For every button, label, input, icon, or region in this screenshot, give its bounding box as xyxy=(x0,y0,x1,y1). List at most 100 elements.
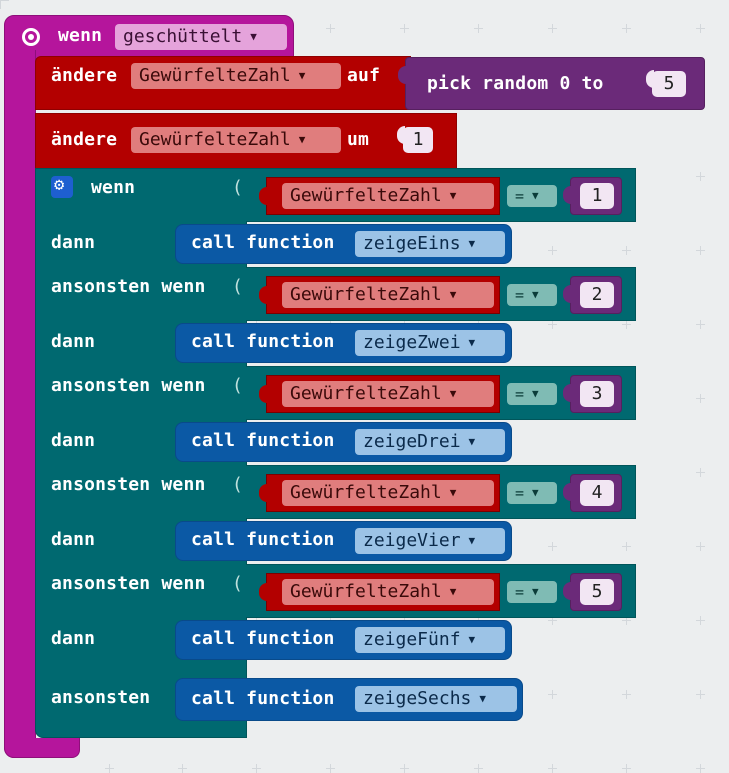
grid-plus-mark xyxy=(548,764,557,773)
grid-plus-mark xyxy=(548,690,557,699)
function-name-dropdown[interactable]: zeigeZwei ▼ xyxy=(355,330,505,356)
grid-plus-mark xyxy=(622,542,631,551)
puzzle-connector xyxy=(563,384,571,402)
trigger-label: geschüttelt xyxy=(123,26,243,47)
condition-open-paren: ( xyxy=(232,474,244,495)
else-function-label: zeigeSechs xyxy=(363,688,472,709)
puzzle-connector xyxy=(563,582,571,600)
condition-value-input[interactable]: 5 xyxy=(580,579,614,605)
condition-value-input[interactable]: 4 xyxy=(580,480,614,506)
triangle-down-icon: ▼ xyxy=(250,30,257,43)
operator-label: = xyxy=(515,286,525,304)
change-variable-label: GewürfelteZahl xyxy=(139,129,291,150)
triangle-down-icon: ▼ xyxy=(468,435,476,448)
grid-plus-mark xyxy=(326,24,335,33)
triangle-down-icon: ▼ xyxy=(532,585,539,598)
elseif-keyword: ansonsten wenn xyxy=(51,573,206,594)
puzzle-connector xyxy=(259,484,267,502)
then-keyword: dann xyxy=(51,430,96,451)
condition-value-input[interactable]: 2 xyxy=(580,282,614,308)
puzzle-connector xyxy=(259,187,267,205)
condition-variable-dropdown[interactable]: GewürfelteZahl ▼ xyxy=(282,579,494,605)
random-max-input[interactable]: 5 xyxy=(652,71,686,97)
triangle-down-icon: ▼ xyxy=(449,486,457,499)
then-keyword: dann xyxy=(51,628,96,649)
grid-plus-mark xyxy=(400,24,409,33)
call-function-label: call function xyxy=(191,232,335,253)
set-variable-dropdown[interactable]: GewürfelteZahl ▼ xyxy=(131,63,341,89)
puzzle-connector xyxy=(259,385,267,403)
function-name-dropdown[interactable]: zeigeEins ▼ xyxy=(355,231,505,257)
puzzle-connector xyxy=(563,483,571,501)
then-keyword: dann xyxy=(51,529,96,550)
triangle-down-icon: ▼ xyxy=(449,585,457,598)
event-keyword: wenn xyxy=(58,25,103,46)
radio-target-icon xyxy=(22,28,40,46)
grid-plus-mark xyxy=(696,764,705,773)
condition-value-input[interactable]: 3 xyxy=(580,381,614,407)
comparison-operator-dropdown[interactable]: = ▼ xyxy=(507,284,557,306)
grid-plus-mark xyxy=(178,764,187,773)
condition-variable-dropdown[interactable]: GewürfelteZahl ▼ xyxy=(282,183,494,209)
condition-variable-dropdown[interactable]: GewürfelteZahl ▼ xyxy=(282,381,494,407)
condition-variable-label: GewürfelteZahl xyxy=(290,482,442,503)
operator-label: = xyxy=(515,484,525,502)
comparison-operator-dropdown[interactable]: = ▼ xyxy=(507,482,557,504)
triangle-down-icon: ▼ xyxy=(449,288,457,301)
random-label: pick random 0 to xyxy=(427,73,604,94)
grid-plus-mark xyxy=(400,764,409,773)
grid-plus-mark xyxy=(696,24,705,33)
triangle-down-icon: ▼ xyxy=(298,133,306,146)
condition-value-input[interactable]: 1 xyxy=(580,183,614,209)
set-keyword: ändere xyxy=(51,65,118,86)
grid-plus-mark xyxy=(622,24,631,33)
comparison-operator-dropdown[interactable]: = ▼ xyxy=(507,185,557,207)
change-value-input[interactable]: 1 xyxy=(403,127,433,153)
function-name-dropdown[interactable]: zeigeFünf ▼ xyxy=(355,627,505,653)
trigger-dropdown[interactable]: geschüttelt ▼ xyxy=(115,24,287,50)
triangle-down-icon: ▼ xyxy=(479,692,486,705)
grid-plus-mark xyxy=(696,616,705,625)
triangle-down-icon: ▼ xyxy=(468,336,476,349)
triangle-down-icon: ▼ xyxy=(532,486,539,499)
grid-plus-mark xyxy=(622,764,631,773)
condition-variable-dropdown[interactable]: GewürfelteZahl ▼ xyxy=(282,282,494,308)
change-variable-dropdown[interactable]: GewürfelteZahl ▼ xyxy=(131,127,341,153)
operator-label: = xyxy=(515,583,525,601)
function-name-dropdown[interactable]: zeigeVier ▼ xyxy=(355,528,505,554)
function-name-label: zeigeVier xyxy=(363,530,461,551)
triangle-down-icon: ▼ xyxy=(468,534,476,547)
comparison-operator-dropdown[interactable]: = ▼ xyxy=(507,383,557,405)
if-keyword: wenn xyxy=(91,177,136,198)
function-name-label: zeigeEins xyxy=(363,233,461,254)
operator-label: = xyxy=(515,385,525,403)
operator-label: = xyxy=(515,187,525,205)
else-function-dropdown[interactable]: zeigeSechs ▼ xyxy=(355,686,517,712)
grid-plus-mark xyxy=(326,764,335,773)
grid-plus-mark xyxy=(548,320,557,329)
triangle-down-icon: ▼ xyxy=(449,189,457,202)
grid-plus-mark xyxy=(548,542,557,551)
puzzle-connector xyxy=(563,285,571,303)
puzzle-connector xyxy=(259,583,267,601)
grid-plus-mark xyxy=(696,394,705,403)
gear-icon[interactable] xyxy=(51,175,73,198)
elseif-keyword: ansonsten wenn xyxy=(51,276,206,297)
condition-variable-label: GewürfelteZahl xyxy=(290,581,442,602)
grid-plus-mark xyxy=(548,246,557,255)
condition-open-paren: ( xyxy=(232,177,244,198)
grid-plus-mark xyxy=(474,764,483,773)
grid-plus-mark xyxy=(622,246,631,255)
set-variable-label: GewürfelteZahl xyxy=(139,65,291,86)
elseif-keyword: ansonsten wenn xyxy=(51,474,206,495)
grid-plus-mark xyxy=(252,764,261,773)
condition-variable-label: GewürfelteZahl xyxy=(290,284,442,305)
function-name-dropdown[interactable]: zeigeDrei ▼ xyxy=(355,429,505,455)
triangle-down-icon: ▼ xyxy=(532,189,539,202)
event-block-footer xyxy=(4,738,80,758)
function-name-label: zeigeZwei xyxy=(363,332,461,353)
condition-open-paren: ( xyxy=(232,573,244,594)
triangle-down-icon: ▼ xyxy=(298,69,306,82)
comparison-operator-dropdown[interactable]: = ▼ xyxy=(507,581,557,603)
condition-variable-dropdown[interactable]: GewürfelteZahl ▼ xyxy=(282,480,494,506)
